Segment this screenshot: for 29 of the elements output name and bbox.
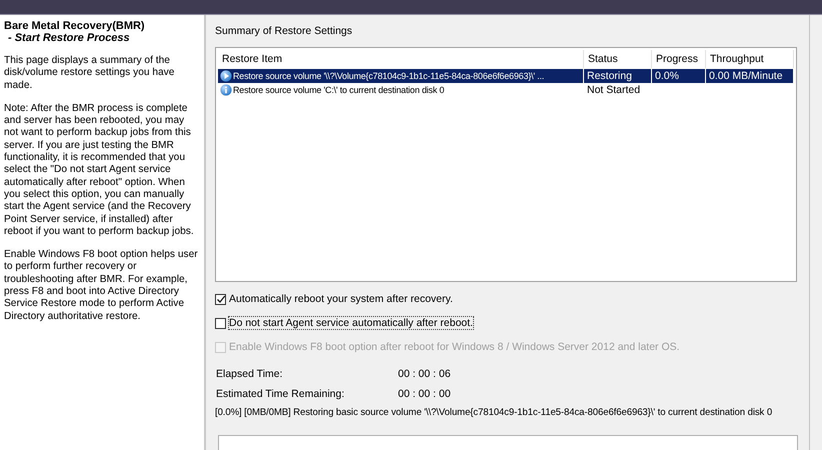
table-cell-text: Restore source volume 'C:\' to current destination disk 0 [233,84,444,97]
description-text: This page displays a summary of the disk/volume restore settings you have made. [4,55,176,92]
time-value: 00 : 00 : 00 [398,388,451,400]
column-header: Status [584,50,652,68]
info-icon [220,84,232,96]
table-cell: Restoring [587,69,632,83]
page-subtitle: - Start Restore Process [8,32,131,44]
checkbox[interactable] [215,318,226,328]
time-label: Estimated Time Remaining: [216,388,346,400]
checkbox-label: Enable Windows F8 boot option after reboot for Windows 8 / Windows Server 2012 and later OS. [229,341,680,353]
checkbox[interactable] [215,294,226,304]
section-heading: Summary of Restore Settings [215,25,354,37]
table-cell: 0.00 MB/Minute [709,69,783,83]
table-cell-text: Restore source volume '\\?\Volume{c78104c9-1b1c-11e5-84ca-806e6f6e6963}\' ... [233,70,544,83]
checkbox-label[interactable]: Do not start Agent service automatically after reboot. [229,317,473,329]
column-header: Throughput [706,50,794,68]
column-header: Progress [652,50,706,68]
status-message: [0.0%] [0MB/0MB] Restoring basic source volume '\\?\Volume{c78104c9-1b1c-11e5-84ca-806e6f6e6963}\' to current destination disk 0 [215,407,774,418]
table-row[interactable]: Restore source volume '\\?\Volume{c78104c9-1b1c-11e5-84ca-806e6f6e6963}\' ... Restoring 0.0% 0.00 MB/Minute [218,69,794,83]
table-row[interactable]: Restore source volume 'C:\' to current destination disk 0 Not Started [218,83,794,97]
page-title: Bare Metal Recovery(BMR) [4,20,146,32]
time-value: 00 : 00 : 06 [398,368,451,380]
description-text: Note: After the BMR process is complete and server has been rebooted, you may not want to perform backup jobs from this server. If you are just testing the BMR functionality, it is recommended that you select the "Do not start Agent service automatically after reboot" option. When you select this option, you can manually start the Agent service (and the Recovery Point Server service, if installed) after reboot if you want to perform backup jobs. [4,102,195,238]
checkbox-label[interactable]: Automatically reboot your system after recovery. [229,293,453,305]
time-label: Elapsed Time: [216,368,284,380]
column-header: Restore Item [218,50,584,68]
table-cell: 0.0% [655,69,679,83]
description-text: Enable Windows F8 boot option helps user to perform further recovery or troubleshooting after BMR. For example, press F8 and boot into Active Directory Service Restore mode to perform Active Directory authoritative restore. [4,249,199,323]
table-cell: Not Started [587,83,640,97]
